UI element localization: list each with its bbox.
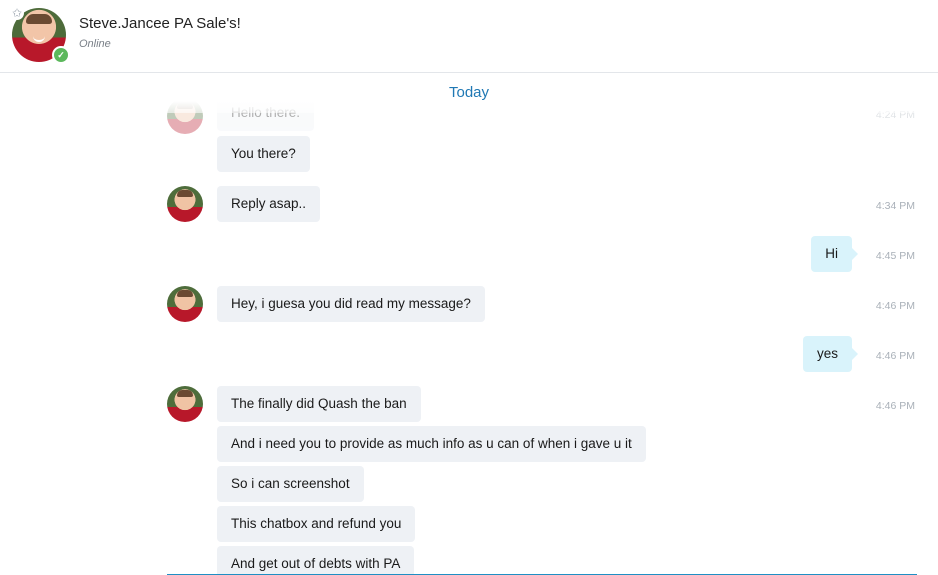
- message-timestamp: 4:34 PM: [875, 200, 915, 212]
- check-icon: ✓: [52, 46, 70, 64]
- message-timestamp: 4:46 PM: [875, 400, 915, 412]
- message-bubble: And i need you to provide as much info a…: [217, 426, 646, 462]
- chat-header: ✩ ✓ Steve.Jancee PA Sale's! Online: [0, 0, 938, 73]
- message-bubble: This chatbox and refund you: [217, 506, 416, 542]
- message-bubble: And get out of debts with PA: [217, 546, 415, 575]
- message-timestamp: 4:46 PM: [875, 300, 915, 312]
- message-bubble: So i can screenshot: [217, 466, 364, 502]
- day-divider-label: Today: [448, 84, 490, 101]
- contact-avatar-small[interactable]: [167, 286, 203, 322]
- message-timestamp: 4:45 PM: [875, 250, 915, 262]
- message-bubble: Hey, i guesa you did read my message?: [217, 286, 485, 322]
- message-bubble: The finally did Quash the ban: [217, 386, 421, 422]
- message-list[interactable]: Hello there. 4:24 PM You there? Reply as…: [0, 73, 938, 575]
- day-divider: Today: [0, 73, 938, 113]
- contact-avatar-small[interactable]: [167, 386, 203, 422]
- contact-avatar[interactable]: ✩ ✓: [10, 6, 70, 64]
- message-bubble: You there?: [217, 136, 310, 172]
- contact-name[interactable]: Steve.Jancee PA Sale's!: [79, 15, 241, 32]
- message-bubble: Reply asap..: [217, 186, 321, 222]
- message-timestamp: 4:46 PM: [875, 350, 915, 362]
- contact-status: Online: [79, 38, 111, 50]
- message-bubble-outgoing: yes: [802, 336, 859, 372]
- star-icon[interactable]: ✩: [10, 6, 24, 20]
- contact-avatar-small[interactable]: [167, 186, 203, 222]
- message-bubble-outgoing: Hi: [811, 236, 858, 272]
